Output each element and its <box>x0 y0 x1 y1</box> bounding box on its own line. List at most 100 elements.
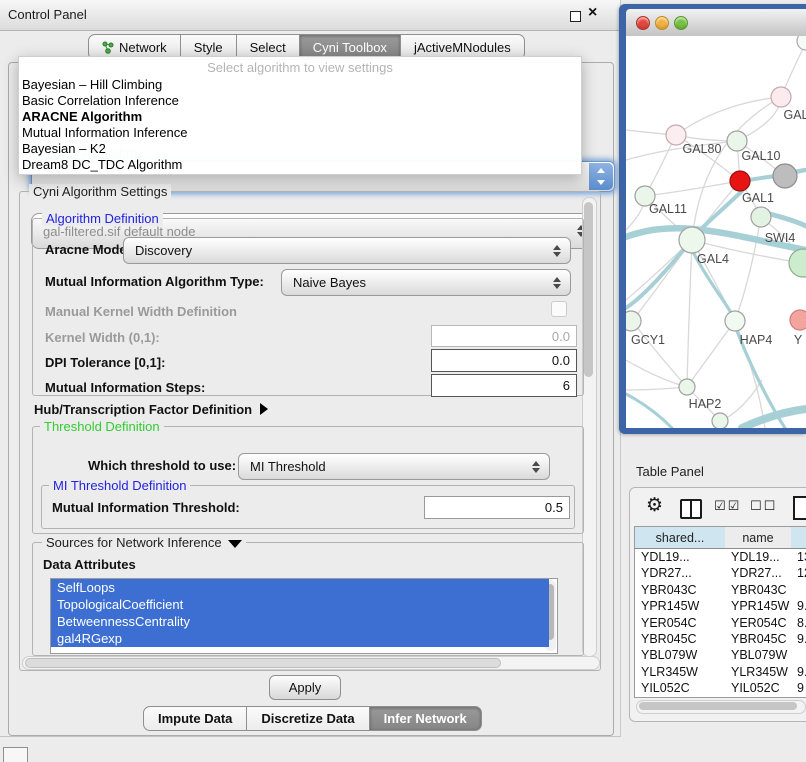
network-node[interactable] <box>712 413 728 428</box>
table-cell[interactable]: 13 <box>791 549 806 566</box>
table-cell[interactable]: YBR043C <box>635 582 725 599</box>
network-node-gal10[interactable] <box>727 131 747 151</box>
table-cell[interactable] <box>791 647 806 664</box>
algorithm-definition-group: Algorithm Definition Aracne Mode: Discov… <box>32 218 584 396</box>
window-minimize-icon[interactable] <box>655 16 669 30</box>
table-horizontal-scrollbar-thumb[interactable] <box>639 702 797 710</box>
table-cell[interactable]: YBR043C <box>725 582 791 599</box>
table-cell[interactable]: YDL19... <box>725 549 791 566</box>
table-cell[interactable]: YDL19... <box>635 549 725 566</box>
network-edge <box>735 217 761 321</box>
mi-steps-field[interactable]: 6 <box>431 374 577 397</box>
sources-title[interactable]: Sources for Network Inference <box>42 535 246 550</box>
network-window-titlebar[interactable] <box>626 9 806 37</box>
control-panel-titlebar[interactable]: Control Panel × <box>0 0 620 31</box>
algorithm-option-dream8-dc-tdc-algorithm[interactable]: Dream8 DC_TDC Algorithm <box>22 157 182 172</box>
network-node[interactable] <box>797 36 806 50</box>
table-cell[interactable]: 9. <box>791 631 806 648</box>
gear-icon[interactable]: ⚙ <box>646 494 663 516</box>
combobox-arrow-button[interactable] <box>589 163 613 190</box>
algorithm-option-bayesian-hill-climbing[interactable]: Bayesian – Hill Climbing <box>22 77 162 92</box>
table-cell[interactable]: 8. <box>791 615 806 632</box>
close-icon[interactable]: × <box>588 4 597 22</box>
network-edge <box>645 181 740 196</box>
table-cell[interactable]: YBL079W <box>725 647 791 664</box>
table-cell[interactable]: YBR045C <box>635 631 725 648</box>
table-horizontal-scrollbar[interactable] <box>636 700 806 714</box>
table-cell[interactable]: 9. <box>791 664 806 681</box>
hub-definition-label[interactable]: Hub/Transcription Factor Definition <box>34 402 268 417</box>
network-node[interactable] <box>773 164 797 188</box>
dpi-tolerance-field[interactable]: 0.0 <box>431 349 577 372</box>
aracne-mode-value: Discovery <box>135 238 192 263</box>
mi-steps-value: 6 <box>563 378 570 393</box>
table-cell[interactable]: YPR145W <box>635 598 725 615</box>
table-cell[interactable]: YLR345W <box>635 664 725 681</box>
expand-arrow-icon[interactable] <box>260 403 268 415</box>
settings-horizontal-scrollbar[interactable] <box>22 656 600 670</box>
algorithm-option-basic-correlation-inference[interactable]: Basic Correlation Inference <box>22 93 179 108</box>
settings-vertical-scrollbar[interactable] <box>582 197 597 657</box>
network-node-gal4[interactable] <box>679 227 705 253</box>
table-cell[interactable]: YBL079W <box>635 647 725 664</box>
settings-scrollbar-thumb[interactable] <box>584 202 593 377</box>
float-window-icon[interactable] <box>570 11 581 22</box>
tab-label: Network <box>119 40 167 55</box>
tab-impute-data[interactable]: Impute Data <box>143 706 247 731</box>
tab-infer-network[interactable]: Infer Network <box>369 706 482 731</box>
table-cell[interactable]: 9. <box>791 598 806 615</box>
which-threshold-combobox[interactable]: MI Threshold <box>238 453 550 480</box>
algorithm-option-mutual-information-inference[interactable]: Mutual Information Inference <box>22 125 187 140</box>
network-node-hap4[interactable] <box>725 311 745 331</box>
network-node-swi4[interactable] <box>751 207 771 227</box>
attribute-item-selfloops[interactable]: SelfLoops <box>51 579 549 596</box>
network-node[interactable] <box>789 249 806 277</box>
network-canvas[interactable]: GALGAL80GAL10GAL1GAL11SWI4GAL4GCY1HAP4YH… <box>626 36 806 428</box>
attribute-item-gal4rgexp[interactable]: gal4RGexp <box>51 630 549 647</box>
column-header-3[interactable] <box>791 527 806 549</box>
new-table-icon[interactable] <box>793 496 806 520</box>
network-node-gcy1[interactable] <box>626 311 641 331</box>
table-cell[interactable]: YPR145W <box>725 598 791 615</box>
select-all-checkboxes-icon[interactable]: ☑☑ <box>714 499 741 514</box>
network-node-hap2[interactable] <box>679 379 695 395</box>
tab-discretize-data[interactable]: Discretize Data <box>246 706 369 731</box>
aracne-mode-combobox[interactable]: Discovery <box>123 237 571 264</box>
columns-icon[interactable] <box>680 499 702 519</box>
deselect-all-checkboxes-icon[interactable]: ☐☐ <box>750 499 777 514</box>
network-node-label: Y <box>794 333 803 347</box>
kernel-width-field[interactable]: 0.0 <box>431 325 577 347</box>
table-cell[interactable]: YDR27... <box>635 565 725 582</box>
control-panel-window: Control Panel × NetworkStyleSelectCyni T… <box>0 0 621 737</box>
apply-button[interactable]: Apply <box>269 675 341 700</box>
collapse-arrow-icon[interactable] <box>228 540 242 548</box>
network-node-y[interactable] <box>790 310 806 330</box>
data-attributes-list[interactable]: SelfLoopsTopologicalCoefficientBetweenne… <box>50 578 558 654</box>
table-cell[interactable]: YLR345W <box>725 664 791 681</box>
manual-kernel-checkbox[interactable] <box>551 301 567 317</box>
algorithm-option-bayesian-k2[interactable]: Bayesian – K2 <box>22 141 106 156</box>
mi-type-combobox[interactable]: Naive Bayes <box>281 269 571 296</box>
table-cell[interactable]: 12 <box>791 565 806 582</box>
table-cell[interactable]: YER054C <box>725 615 791 632</box>
window-zoom-icon[interactable] <box>674 16 688 30</box>
collapsed-panel-icon[interactable] <box>3 747 28 762</box>
table-cell[interactable] <box>791 582 806 599</box>
table-cell[interactable]: YDR27... <box>725 565 791 582</box>
table-cell[interactable]: YIL052C <box>725 680 791 697</box>
window-close-icon[interactable] <box>636 16 650 30</box>
attribute-item-topologicalcoefficient[interactable]: TopologicalCoefficient <box>51 596 549 613</box>
mi-threshold-field[interactable]: 0.5 <box>424 496 570 519</box>
settings-horizontal-scrollbar-thumb[interactable] <box>25 658 501 668</box>
network-node-label: HAP4 <box>740 333 773 347</box>
column-header-name[interactable]: name <box>725 527 792 549</box>
table-cell[interactable]: 9 <box>791 680 806 697</box>
table-cell[interactable]: YIL052C <box>635 680 725 697</box>
network-node-gal[interactable] <box>771 87 791 107</box>
table-cell[interactable]: YER054C <box>635 615 725 632</box>
network-node-gal1[interactable] <box>730 171 750 191</box>
algorithm-option-aracne-algorithm[interactable]: ARACNE Algorithm <box>22 109 142 124</box>
table-cell[interactable]: YBR045C <box>725 631 791 648</box>
column-header-shared[interactable]: shared... <box>635 527 726 549</box>
attribute-item-betweennesscentrality[interactable]: BetweennessCentrality <box>51 613 549 630</box>
